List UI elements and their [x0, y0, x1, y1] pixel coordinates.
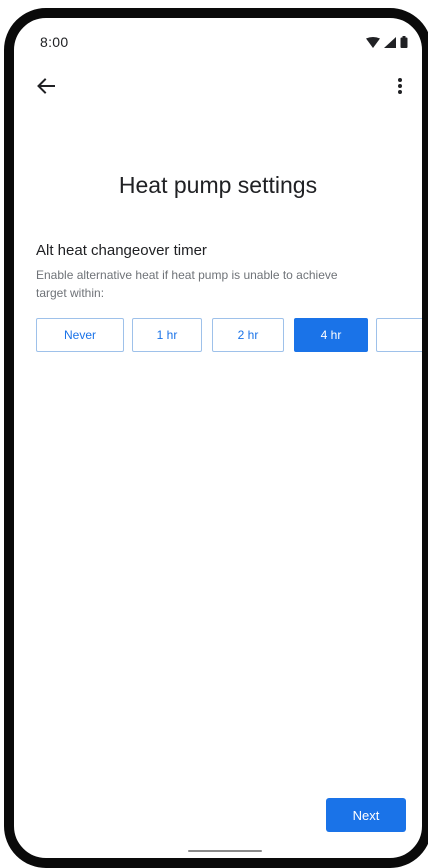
- status-icons: [366, 35, 408, 53]
- timer-option-8hr[interactable]: 8hr: [376, 318, 422, 352]
- page-title: Heat pump settings: [118, 172, 318, 198]
- timer-option-1hr[interactable]: 1 hr: [132, 318, 202, 352]
- more-vert-icon: [397, 77, 403, 100]
- home-indicator[interactable]: [188, 850, 262, 852]
- wifi-icon: [366, 35, 380, 53]
- timer-option-4hr[interactable]: 4 hr: [294, 318, 368, 352]
- status-time: 8:00: [40, 34, 69, 50]
- arrow-back-icon: [37, 77, 55, 99]
- more-options-button[interactable]: [386, 74, 414, 102]
- signal-icon: [384, 35, 396, 53]
- back-button[interactable]: [32, 74, 60, 102]
- status-bar: 8:00: [14, 18, 422, 58]
- timer-option-group: Never 1 hr 2 hr 4 hr 8hr: [36, 318, 422, 354]
- section-title: Alt heat changeover timer: [36, 242, 207, 259]
- section-description: Enable alternative heat if heat pump is …: [36, 268, 338, 300]
- battery-icon: [400, 35, 408, 53]
- timer-option-2hr[interactable]: 2 hr: [212, 318, 284, 352]
- app-bar: [14, 68, 422, 108]
- phone-frame: 8:00 Heat pump settings Alt heat changeo…: [4, 8, 428, 868]
- next-button[interactable]: Next: [326, 798, 406, 832]
- timer-option-never[interactable]: Never: [36, 318, 124, 352]
